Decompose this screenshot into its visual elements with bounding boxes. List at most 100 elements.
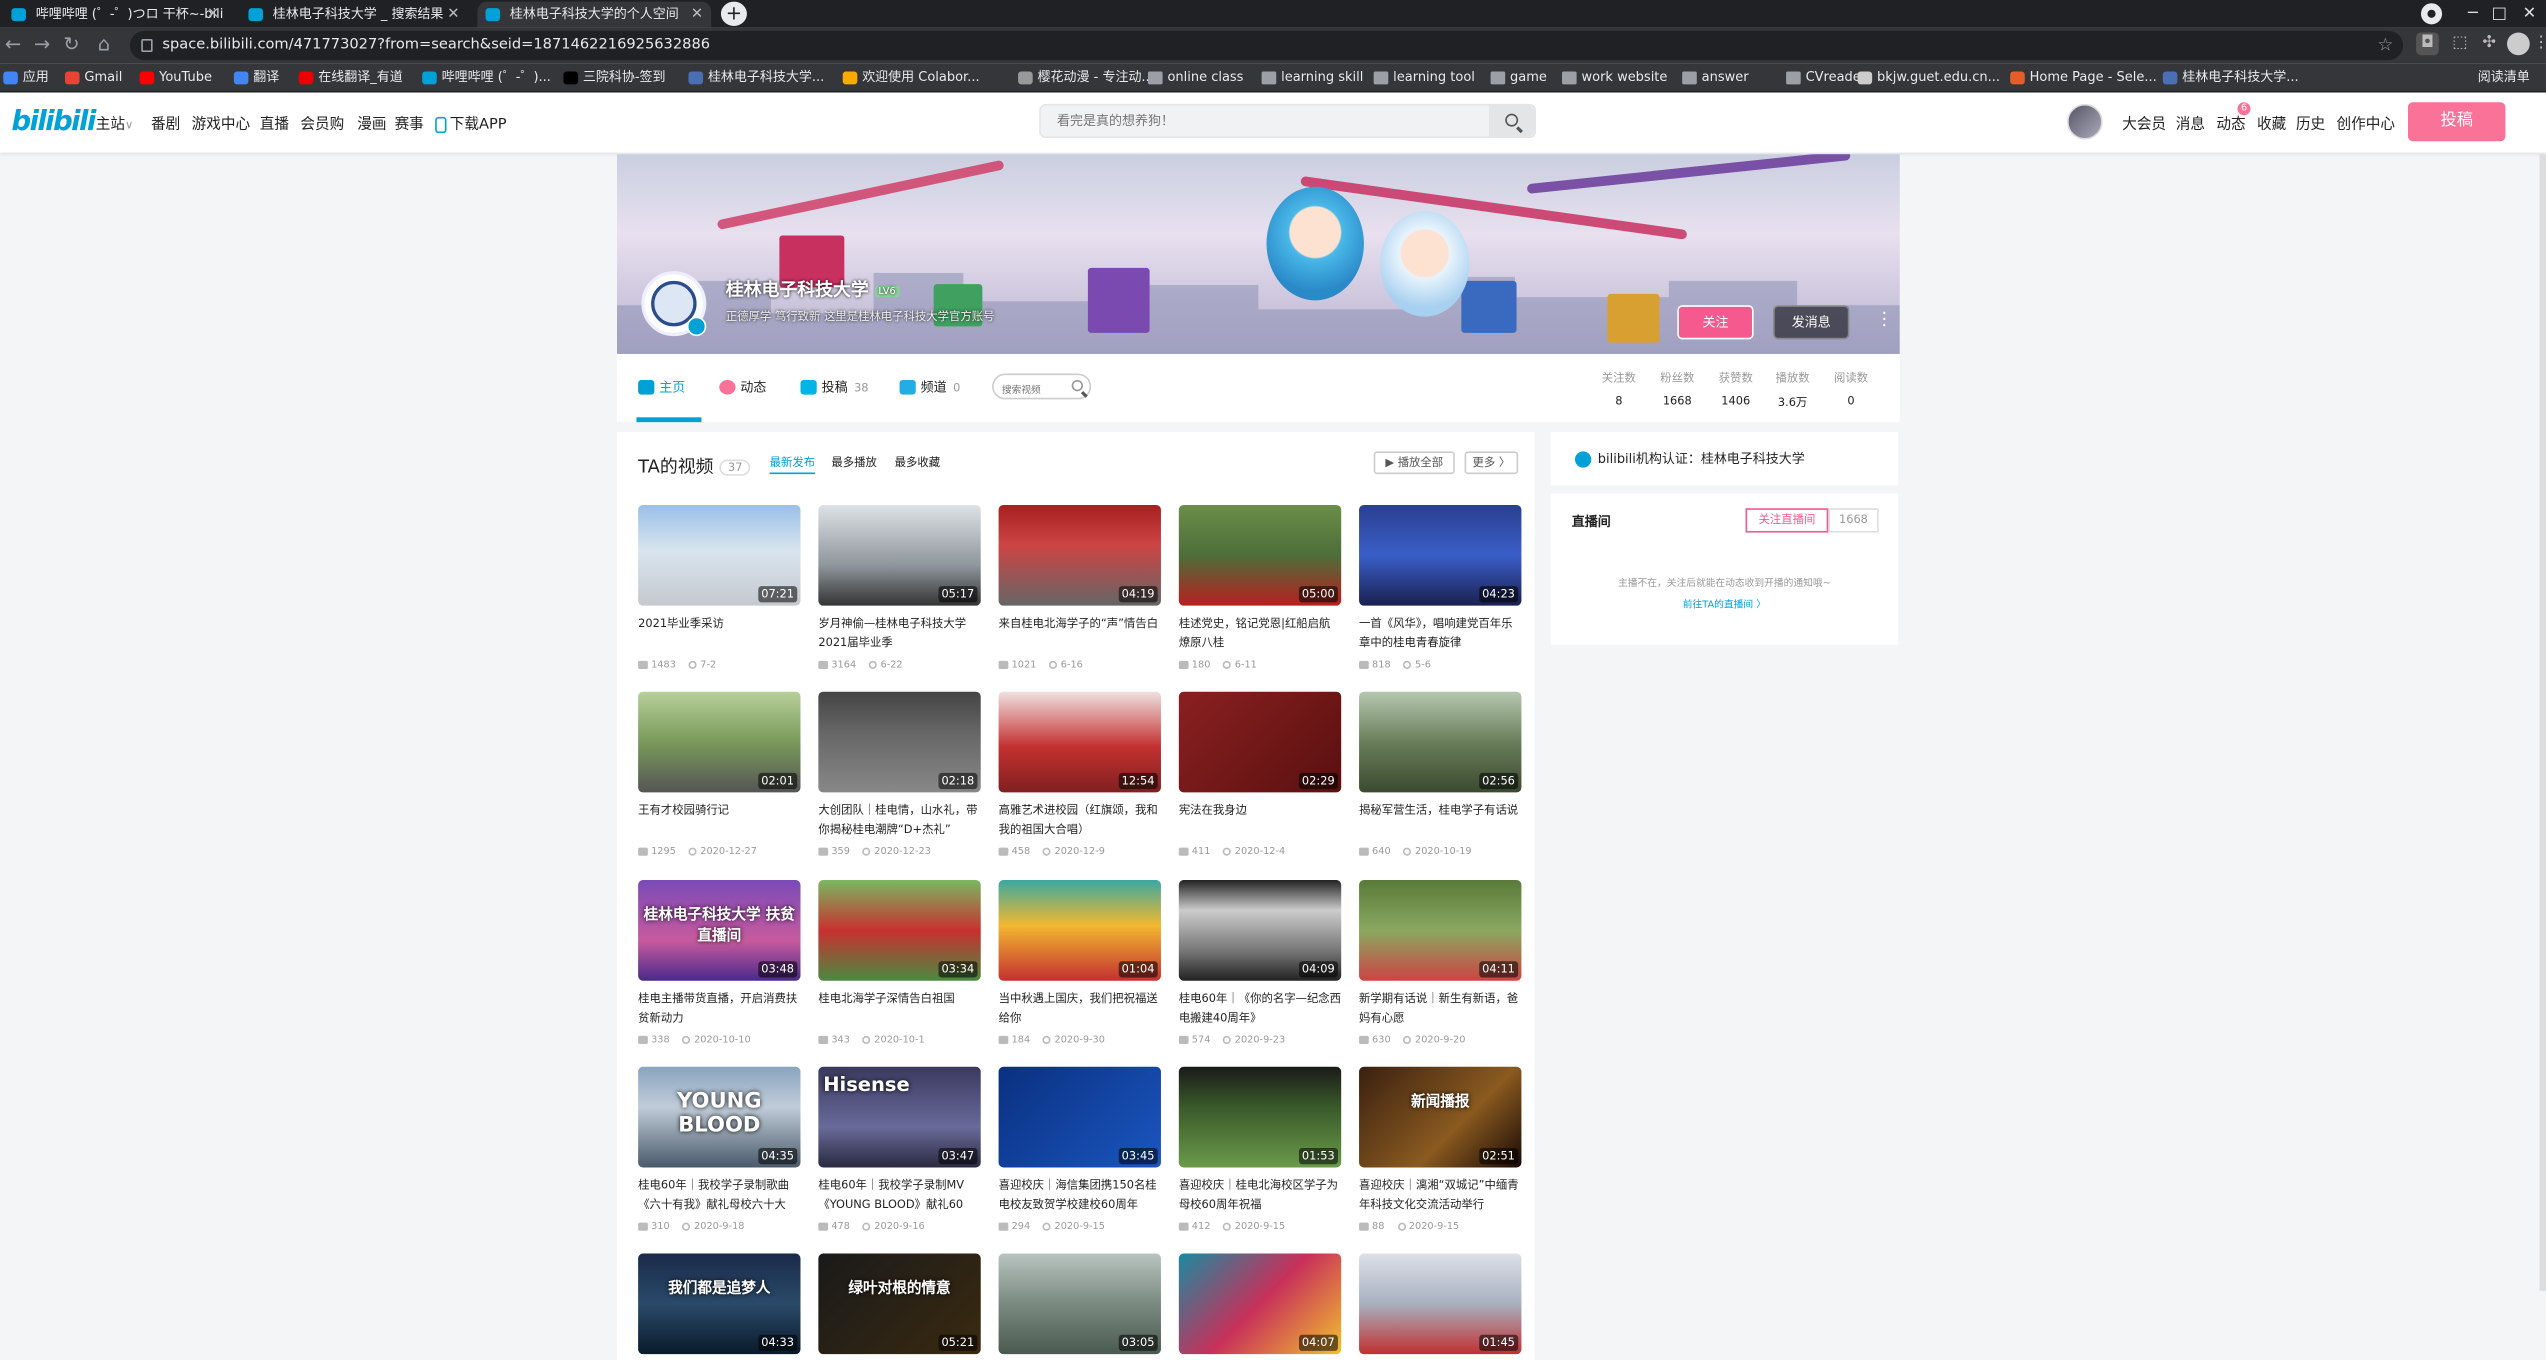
close-tab-icon[interactable]: ✕ — [207, 2, 219, 28]
video-thumbnail[interactable]: Hisense 03:47 — [818, 1066, 981, 1168]
nav-main-site[interactable]: 主站∨ — [96, 112, 134, 133]
bookmark-item[interactable]: 哔哩哔哩 (゜-゜)... — [422, 63, 551, 91]
nav-live[interactable]: 直播 — [260, 112, 289, 133]
tab-dynamic[interactable]: 动态 — [719, 378, 766, 396]
close-tab-icon[interactable]: ✕ — [691, 2, 703, 28]
video-thumbnail[interactable]: 绿叶对根的情意 05:21 — [818, 1253, 981, 1355]
bookmark-star-icon[interactable]: ☆ — [2377, 31, 2393, 60]
video-title[interactable]: 岁月神偷—桂林电子科技大学2021届毕业季 — [818, 614, 980, 653]
video-thumbnail[interactable]: 02:29 — [1178, 691, 1342, 793]
back-icon[interactable]: ← — [0, 31, 26, 57]
video-title[interactable]: 当中秋遇上国庆，我们把祝福送给你 — [999, 989, 1161, 1028]
bookmark-item[interactable]: online class — [1147, 63, 1243, 91]
puzzle-extensions-icon[interactable]: ✣ — [2478, 32, 2501, 55]
reload-icon[interactable]: ↻ — [58, 31, 84, 57]
video-title[interactable]: 宪法在我身边 — [1179, 800, 1341, 839]
video-thumbnail[interactable]: 我们都是追梦人 04:33 — [638, 1253, 801, 1355]
search-icon[interactable] — [1071, 379, 1084, 392]
video-thumbnail[interactable]: 新闻播报 02:51 — [1359, 1066, 1522, 1168]
video-title[interactable]: 喜迎校庆｜桂电北海校区学子为母校60周年祝福 — [1179, 1176, 1341, 1215]
more-options-icon[interactable]: ⋮ — [1875, 309, 1893, 330]
video-card[interactable]: YOUNG BLOOD 04:35 桂电60年｜我校学子录制歌曲《六十有我》献礼母校… — [638, 1066, 801, 1232]
video-card[interactable]: 02:18 大创团队｜桂电情，山水礼，带你揭秘桂电潮牌“D+杰礼” 359 2020-… — [818, 691, 981, 857]
bookmark-item[interactable]: 桂林电子科技大学... — [688, 63, 824, 91]
bookmark-item[interactable]: 应用 — [3, 63, 49, 91]
browser-tab-active[interactable]: 桂林电子科技大学的个人空间 ✕ — [477, 1, 712, 28]
sort-latest[interactable]: 最新发布 — [770, 455, 815, 471]
send-message-button[interactable]: 发消息 — [1773, 305, 1850, 340]
video-title[interactable]: 桂电主播带货直播，开启消费扶贫新动力 — [638, 989, 800, 1028]
video-card[interactable]: 12:54 高雅艺术进校园（红旗颂，我和我的祖国大合唱） 458 2020-12-9 — [998, 691, 1161, 857]
video-card[interactable]: 05:17 岁月神偷—桂林电子科技大学2021届毕业季 3164 6-22 — [818, 504, 981, 671]
bilibili-logo[interactable]: bilibili — [11, 106, 96, 138]
video-title[interactable]: 大创团队｜桂电情，山水礼，带你揭秘桂电潮牌“D+杰礼” — [818, 800, 980, 839]
nav-messages[interactable]: 消息 — [2176, 112, 2205, 133]
nav-favorites[interactable]: 收藏 — [2257, 112, 2286, 133]
home-icon[interactable]: ⌂ — [91, 31, 117, 57]
bookmark-item[interactable]: learning skill — [1261, 63, 1363, 91]
video-title[interactable]: 喜迎校庆｜海信集团携150名桂电校友致贺学校建校60周年 — [999, 1176, 1161, 1215]
bookmark-item[interactable]: work website — [1562, 63, 1667, 91]
minimize-icon[interactable]: ─ — [2468, 0, 2478, 28]
video-thumbnail[interactable]: 05:17 — [818, 504, 981, 606]
video-card[interactable]: 03:45 喜迎校庆｜海信集团携150名桂电校友致贺学校建校60周年 294 2020… — [998, 1066, 1161, 1232]
video-thumbnail[interactable]: 02:18 — [818, 691, 981, 793]
video-thumbnail[interactable]: 07:21 — [638, 504, 801, 606]
video-title[interactable]: 2021毕业季采访 — [638, 614, 800, 653]
bookmark-item[interactable]: 在线翻译_有道 — [298, 63, 403, 91]
video-thumbnail[interactable]: 04:09 — [1178, 880, 1342, 981]
video-thumbnail[interactable]: 03:45 — [998, 1066, 1161, 1168]
browser-tab[interactable]: 哔哩哔哩 (゜-゜)つロ 干杯~-bili ✕ — [3, 2, 227, 28]
nav-dynamic[interactable]: 动态 6 — [2216, 102, 2251, 133]
sort-most-favorited[interactable]: 最多收藏 — [895, 455, 940, 471]
video-card[interactable]: 04:07 — [1178, 1253, 1342, 1355]
video-title[interactable]: 高雅艺术进校园（红旗颂，我和我的祖国大合唱） — [999, 800, 1161, 839]
bookmark-item[interactable]: learning tool — [1373, 63, 1475, 91]
browser-tab[interactable]: 桂林电子科技大学 _ 搜索结果 ✕ — [240, 2, 467, 28]
stat-following[interactable]: 关注数 8 — [1590, 370, 1648, 408]
bookmark-item[interactable]: bkjw.guet.edu.cn... — [1857, 63, 2000, 91]
video-thumbnail[interactable]: 桂林电子科技大学 扶贫直播间 03:48 — [638, 880, 801, 981]
video-card[interactable]: 02:29 宪法在我身边 411 2020-12-4 — [1178, 691, 1342, 857]
video-thumbnail[interactable]: 03:05 — [998, 1253, 1161, 1355]
more-videos-button[interactable]: 更多 〉 — [1464, 451, 1519, 475]
video-thumbnail[interactable]: 04:19 — [998, 504, 1161, 606]
video-thumbnail[interactable]: 05:00 — [1178, 504, 1342, 606]
page-scrollbar[interactable] — [2539, 154, 2546, 1291]
bookmark-item[interactable]: Gmail — [64, 63, 122, 91]
forward-icon[interactable]: → — [29, 31, 55, 57]
bookmark-item[interactable]: 樱花动漫 - 专注动... — [1018, 63, 1154, 91]
nav-mall[interactable]: 会员购 — [300, 112, 344, 133]
video-thumbnail[interactable]: 04:23 — [1359, 504, 1522, 606]
go-to-live-room-link[interactable]: 前往TA的直播间 〉 — [1551, 596, 1898, 610]
video-card[interactable]: 新闻播报 02:51 喜迎校庆｜漓湘“双城记”中缅青年科技文化交流活动举行 88 202… — [1359, 1066, 1522, 1232]
video-card[interactable]: 02:56 揭秘军营生活，桂电学子有话说 640 2020-10-19 — [1359, 691, 1522, 857]
video-title[interactable]: 来自桂电北海学子的“声”情告白 — [999, 614, 1161, 653]
video-card[interactable]: Hisense 03:47 桂电60年｜我校学子录制MV《YOUNG BLOOD》献… — [818, 1066, 981, 1232]
video-card[interactable]: 01:53 喜迎校庆｜桂电北海校区学子为母校60周年祝福 412 2020-9-15 — [1178, 1066, 1342, 1232]
video-thumbnail[interactable]: 03:34 — [818, 880, 981, 981]
video-thumbnail[interactable]: 01:04 — [998, 880, 1161, 981]
video-title[interactable]: 桂电60年｜我校学子录制歌曲《六十有我》献礼母校六十大 — [638, 1176, 800, 1215]
bookmark-item[interactable]: CVreader — [1786, 63, 1866, 91]
extension-icon[interactable]: ◘ — [2416, 32, 2439, 56]
video-title[interactable]: 王有才校园骑行记 — [638, 800, 800, 839]
video-card[interactable]: 04:11 新学期有话说｜新生有新语，爸妈有心愿 630 2020-9-20 — [1359, 880, 1522, 1046]
video-thumbnail[interactable]: 01:53 — [1178, 1066, 1342, 1168]
video-title[interactable]: 桂述党史，铭记党恩|红船启航 燎原八桂 — [1179, 614, 1341, 653]
close-window-icon[interactable]: ✕ — [2523, 0, 2537, 28]
bookmark-item[interactable]: answer — [1682, 63, 1749, 91]
address-bar[interactable]: space.bilibili.com/471773027?from=search… — [129, 30, 2404, 61]
nav-anime[interactable]: 番剧 — [151, 112, 180, 133]
site-search-input[interactable] — [1040, 105, 1480, 137]
extension-icon[interactable]: ⬚ — [2449, 32, 2472, 55]
video-card[interactable]: 02:01 王有才校园骑行记 1295 2020-12-27 — [638, 691, 801, 857]
video-title[interactable]: 新学期有话说｜新生有新语，爸妈有心愿 — [1359, 989, 1521, 1028]
tab-home[interactable]: 主页 — [638, 378, 685, 396]
user-avatar-icon[interactable] — [2507, 32, 2530, 56]
video-card[interactable]: 03:05 — [998, 1253, 1161, 1355]
bookmark-item[interactable]: game — [1490, 63, 1547, 91]
bookmark-item[interactable]: 欢迎使用 Colabor... — [842, 63, 980, 91]
video-search-input[interactable] — [993, 379, 1066, 402]
nav-vip[interactable]: 大会员 — [2122, 112, 2166, 133]
